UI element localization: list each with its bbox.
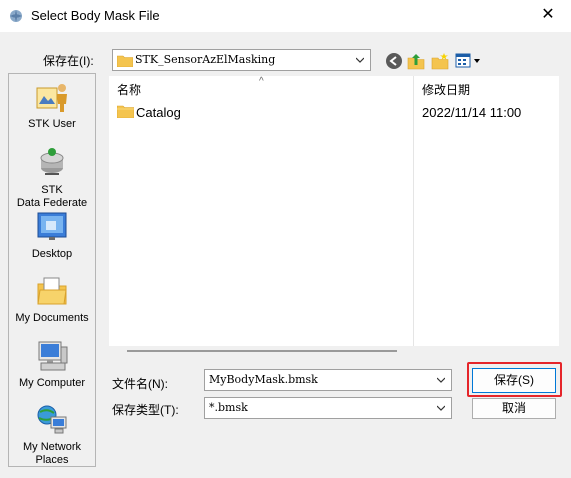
location-combo[interactable]: STK_SensorAzElMasking: [112, 49, 371, 71]
save-button[interactable]: 保存(S): [472, 368, 556, 393]
place-stk-data-federate[interactable]: STK Data Federate: [9, 146, 95, 210]
sort-indicator-icon: ^: [259, 76, 264, 87]
data-federate-icon: [40, 148, 64, 175]
place-label: My Computer: [18, 377, 86, 389]
chevron-down-icon: [437, 377, 445, 383]
filename-field[interactable]: MyBodyMask.bmsk: [204, 369, 452, 391]
window-title: Select Body Mask File: [31, 8, 160, 23]
folder-icon: [117, 55, 133, 67]
filetype-value: *.bmsk: [209, 401, 248, 414]
column-separator: [413, 76, 414, 346]
view-menu-icon[interactable]: [455, 52, 483, 70]
up-folder-icon[interactable]: [407, 52, 425, 70]
app-icon: [10, 10, 22, 22]
file-list[interactable]: ^ 名称 修改日期 Catalog 2022/11/14 11:00: [109, 76, 559, 346]
title-bar: Select Body Mask File ✕: [0, 0, 571, 32]
network-icon: [37, 405, 67, 434]
place-label: My Documents: [15, 312, 89, 324]
documents-icon: [37, 277, 67, 305]
location-label: 保存在(I):: [43, 54, 94, 68]
place-label: My Network Places: [22, 441, 82, 466]
place-my-computer[interactable]: My Computer: [9, 339, 95, 390]
chevron-down-icon: [437, 405, 445, 411]
place-desktop[interactable]: Desktop: [9, 210, 95, 261]
filename-value: MyBodyMask.bmsk: [209, 373, 318, 386]
place-stk-user[interactable]: STK User: [9, 80, 95, 131]
place-my-network-places[interactable]: My Network Places: [9, 403, 95, 467]
column-header-date[interactable]: 修改日期: [422, 81, 470, 98]
new-folder-icon[interactable]: [431, 52, 449, 70]
file-name: Catalog: [136, 105, 181, 120]
location-value: STK_SensorAzElMasking: [135, 53, 276, 66]
filetype-select[interactable]: *.bmsk: [204, 397, 452, 419]
filetype-label: 保存类型(T):: [112, 403, 179, 417]
filename-label: 文件名(N):: [112, 377, 168, 391]
chevron-down-icon: [356, 57, 364, 63]
places-bar: STK User STK Data Federate Desktop My Do…: [8, 73, 96, 467]
user-folder-icon: [36, 84, 67, 112]
place-label: STK User: [28, 118, 76, 130]
close-button[interactable]: ✕: [525, 0, 571, 32]
file-date: 2022/11/14 11:00: [422, 105, 522, 120]
column-header-name[interactable]: 名称: [117, 81, 141, 98]
back-icon[interactable]: [385, 52, 403, 70]
place-my-documents[interactable]: My Documents: [9, 274, 95, 325]
place-label: STK Data Federate: [16, 184, 88, 209]
place-label: Desktop: [31, 248, 73, 260]
horizontal-scrollbar[interactable]: [127, 350, 397, 352]
folder-icon: [117, 105, 134, 118]
computer-icon: [38, 341, 68, 371]
desktop-icon: [37, 212, 67, 240]
cancel-button[interactable]: 取消: [472, 398, 556, 419]
